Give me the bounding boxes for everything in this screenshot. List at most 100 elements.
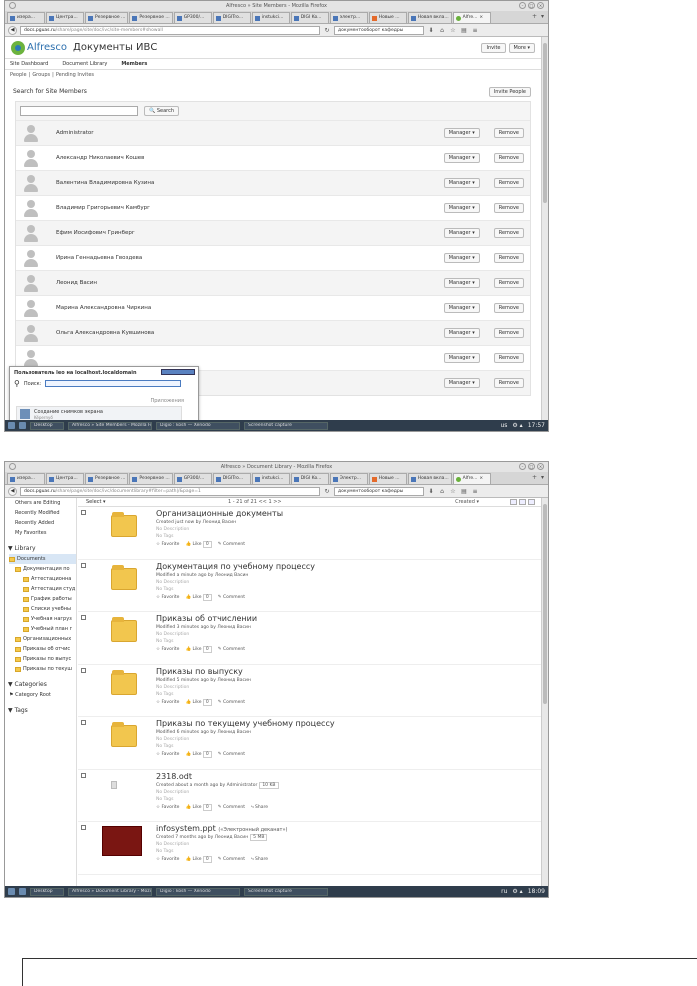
comment-action[interactable]: ✎ Comment: [218, 646, 245, 654]
download-icon[interactable]: ⬇: [427, 488, 435, 495]
keyboard-layout[interactable]: ru: [501, 888, 507, 895]
role-dropdown[interactable]: Manager ▾: [443, 178, 480, 188]
home-icon[interactable]: ⌂: [438, 27, 446, 34]
share-action[interactable]: ⤷ Share: [251, 804, 268, 812]
window-menu-button[interactable]: [9, 463, 16, 470]
task-firefox[interactable]: Alfresco » Site Members - Mozilla Firefo…: [68, 421, 152, 430]
document-name[interactable]: infosystem.ppt: [156, 824, 216, 833]
browser-tab[interactable]: DIGI Ko...: [290, 12, 329, 23]
filter-link[interactable]: Recently Modified: [5, 508, 76, 518]
like-action[interactable]: 👍 Like 0: [185, 751, 212, 759]
tags-heading[interactable]: ▼ Tags: [5, 706, 76, 716]
browser-tab[interactable]: Резервное ...: [85, 12, 129, 23]
remove-button[interactable]: Remove: [493, 128, 524, 138]
browser-tab[interactable]: DIGITro...: [212, 12, 251, 23]
close-tab-icon[interactable]: ×: [479, 474, 483, 484]
subnav-pending-invites[interactable]: Pending Invites: [56, 70, 94, 81]
tree-folder[interactable]: Documents: [9, 554, 76, 564]
browser-tab[interactable]: Резервное ...: [129, 473, 173, 484]
tree-folder[interactable]: Документация по: [9, 564, 76, 574]
browser-tab[interactable]: DIGITro...: [212, 473, 251, 484]
comment-action[interactable]: ✎ Comment: [218, 541, 245, 549]
member-name[interactable]: Валентина Владимировна Кузина: [56, 180, 154, 186]
nav-members[interactable]: Members: [121, 59, 147, 69]
reload-icon[interactable]: ↻: [323, 488, 331, 495]
simple-view-icon[interactable]: [519, 499, 526, 505]
task-screenshot[interactable]: Screenshot capture: [244, 887, 328, 896]
browser-tab[interactable]: GP300/...: [173, 12, 212, 23]
browser-tab[interactable]: изера...: [7, 473, 45, 484]
tab-list-icon[interactable]: ▾: [541, 474, 544, 481]
remove-button[interactable]: Remove: [493, 278, 524, 288]
role-dropdown[interactable]: Manager ▾: [443, 228, 480, 238]
scrollbar-thumb[interactable]: [543, 43, 547, 203]
search-box[interactable]: документооборот кафедры: [334, 25, 424, 35]
subnav-people[interactable]: People: [10, 70, 27, 81]
tree-folder[interactable]: Приказы по выпус: [9, 654, 76, 664]
browser-tab[interactable]: instukci...: [251, 473, 290, 484]
browser-tab[interactable]: Резервное ...: [129, 12, 173, 23]
comment-action[interactable]: ✎ Comment: [218, 699, 245, 707]
member-name[interactable]: Administrator: [56, 130, 94, 136]
close-button[interactable]: ×: [537, 463, 544, 470]
member-name[interactable]: Ирина Геннадьевна Гвоздева: [56, 255, 142, 261]
search-button[interactable]: 🔍 Search: [144, 106, 180, 116]
remove-button[interactable]: Remove: [493, 203, 524, 213]
sort-menu[interactable]: Created ▾: [455, 498, 479, 507]
kde-menu-icon[interactable]: [8, 888, 15, 895]
tree-folder[interactable]: Аттестация студ: [9, 584, 76, 594]
filter-link[interactable]: Others are Editing: [5, 498, 76, 508]
remove-button[interactable]: Remove: [493, 178, 524, 188]
task-screenshot[interactable]: Screenshot capture: [244, 421, 328, 430]
bookmark-star-icon[interactable]: ☆: [449, 27, 457, 34]
browser-tab[interactable]: Новые ...: [368, 473, 407, 484]
library-heading[interactable]: ▼ Library: [5, 544, 76, 554]
browser-tab[interactable]: DIGI Ko...: [290, 473, 329, 484]
select-menu[interactable]: Select ▾: [86, 498, 106, 507]
browser-tab[interactable]: GP300/...: [173, 473, 212, 484]
category-root[interactable]: ⚑ Category Root: [5, 690, 76, 700]
browser-tab[interactable]: изера...: [7, 12, 45, 23]
remove-button[interactable]: Remove: [493, 153, 524, 163]
like-action[interactable]: 👍 Like 0: [185, 593, 212, 602]
select-checkbox[interactable]: [81, 772, 86, 778]
share-action[interactable]: ⤷ Share: [251, 856, 268, 864]
browser-tab[interactable]: instukci...: [251, 12, 290, 23]
tree-folder[interactable]: Учебный план г: [9, 624, 76, 634]
file-manager-icon[interactable]: [19, 888, 26, 895]
document-name[interactable]: 2318.odt: [156, 772, 192, 781]
select-checkbox[interactable]: [81, 510, 86, 515]
clock[interactable]: 18:09: [528, 888, 545, 895]
browser-tab[interactable]: Электр...: [329, 473, 368, 484]
detailed-view-icon[interactable]: [528, 499, 535, 505]
document-name[interactable]: Приказы по текущему учебному процессу: [156, 719, 335, 728]
member-name[interactable]: Александр Николаевич Кошев: [56, 155, 144, 161]
role-dropdown[interactable]: Manager ▾: [443, 203, 480, 213]
comment-action[interactable]: ✎ Comment: [218, 856, 245, 864]
maximize-button[interactable]: □: [528, 463, 535, 470]
role-dropdown[interactable]: Manager ▾: [443, 328, 480, 338]
page-scrollbar[interactable]: [541, 37, 548, 420]
remove-button[interactable]: Remove: [493, 328, 524, 338]
remove-button[interactable]: Remove: [493, 378, 524, 388]
maximize-button[interactable]: □: [528, 2, 535, 9]
subnav-groups[interactable]: Groups: [32, 70, 50, 81]
browser-tab[interactable]: Alfre... ×: [452, 12, 491, 23]
task-editor[interactable]: Digio : kosh — Xenodo: [156, 887, 240, 896]
like-action[interactable]: 👍 Like 0: [185, 646, 212, 654]
browser-tab[interactable]: Новые ...: [368, 12, 407, 23]
new-tab-icon[interactable]: +: [532, 474, 537, 481]
member-name[interactable]: Леонид Васин: [56, 280, 97, 286]
favorite-action[interactable]: ☆ Favorite: [156, 856, 179, 864]
role-dropdown[interactable]: Manager ▾: [443, 303, 480, 313]
filter-link[interactable]: Recently Added: [5, 518, 76, 528]
document-name[interactable]: Приказы об отчислении: [156, 614, 257, 623]
task-desktop[interactable]: Desktop: [30, 887, 64, 896]
page-scrollbar[interactable]: [541, 498, 548, 886]
tree-folder[interactable]: Учебная нагруз: [9, 614, 76, 624]
document-icon[interactable]: [111, 780, 117, 789]
task-firefox[interactable]: Alfresco » Document Library - Mozil: [68, 887, 152, 896]
browser-tab[interactable]: электр...: [329, 12, 368, 23]
select-checkbox[interactable]: [81, 825, 86, 830]
file-manager-icon[interactable]: [19, 422, 26, 429]
